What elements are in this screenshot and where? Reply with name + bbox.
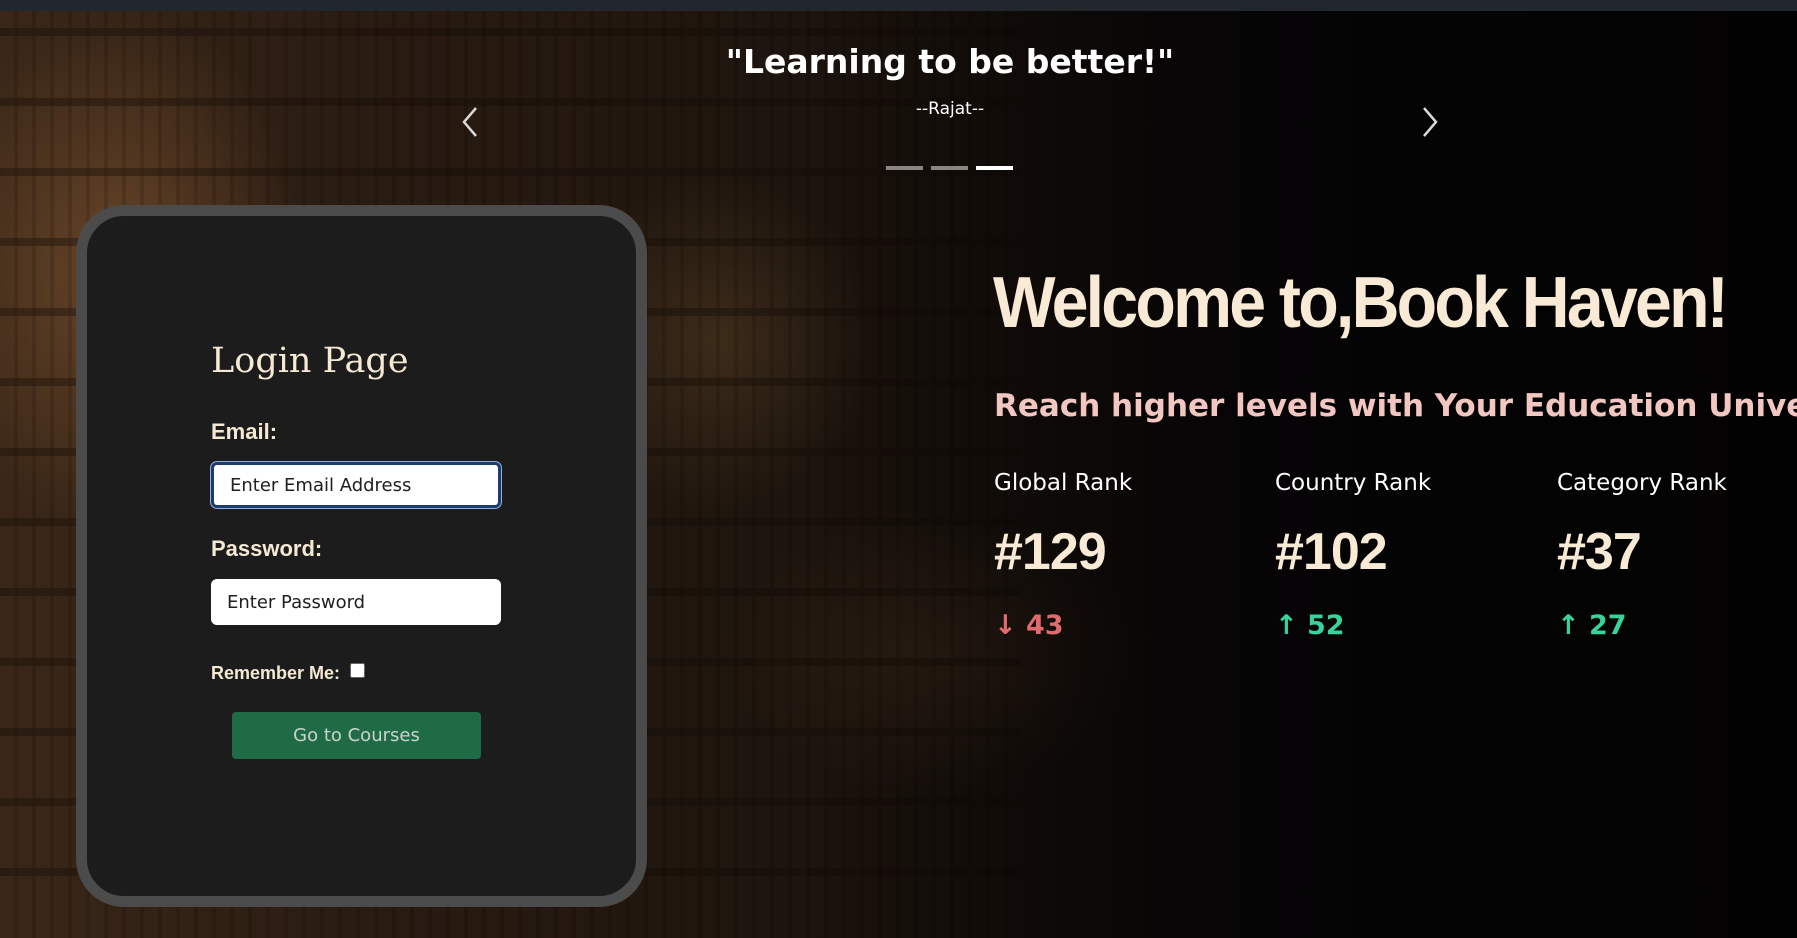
rank-change: ↑ 52 <box>1275 610 1345 641</box>
top-bar <box>0 0 1797 11</box>
carousel-author: --Rajat-- <box>915 99 985 119</box>
password-field[interactable] <box>211 579 501 625</box>
remember-me-label: Remember Me: <box>211 663 341 683</box>
rank-value: #102 <box>1275 523 1388 581</box>
password-label: Password: <box>211 536 323 561</box>
carousel-quote: "Learning to be better!" <box>725 42 1175 81</box>
email-field[interactable] <box>211 462 501 508</box>
rank-change: ↑ 27 <box>1557 610 1627 641</box>
rank-value: #129 <box>994 523 1107 581</box>
carousel-indicator[interactable] <box>886 166 923 170</box>
global-rank-block: Global Rank #129 ↓ 43 <box>994 470 1234 641</box>
carousel-prev-button[interactable] <box>456 102 486 142</box>
rank-value: #37 <box>1557 523 1642 581</box>
page: "Learning to be better!" --Rajat-- Login… <box>0 0 1797 938</box>
carousel-indicator[interactable] <box>931 166 968 170</box>
go-to-courses-button[interactable]: Go to Courses <box>232 712 481 759</box>
rank-label: Country Rank <box>1275 470 1432 496</box>
login-title: Login Page <box>211 341 409 381</box>
chevron-left-icon <box>462 107 477 137</box>
rank-change: ↓ 43 <box>994 610 1064 641</box>
carousel-next-button[interactable] <box>1414 102 1444 142</box>
category-rank-block: Category Rank #37 ↑ 27 <box>1557 470 1797 641</box>
remember-me-checkbox[interactable] <box>350 663 366 678</box>
hero-subtitle: Reach higher levels with Your Education … <box>994 388 1797 424</box>
login-card: Login Page Email: Password: Remember Me:… <box>76 205 647 907</box>
chevron-right-icon <box>1423 107 1438 137</box>
country-rank-block: Country Rank #102 ↑ 52 <box>1275 470 1515 641</box>
hero-title: Welcome to,Book Haven! <box>993 263 1729 343</box>
carousel-indicator-active[interactable] <box>976 166 1013 170</box>
rank-label: Category Rank <box>1557 470 1727 496</box>
remember-me-row: Remember Me: <box>211 663 366 684</box>
rank-label: Global Rank <box>994 470 1133 496</box>
carousel-indicators <box>886 166 1013 170</box>
email-label: Email: <box>211 419 278 444</box>
